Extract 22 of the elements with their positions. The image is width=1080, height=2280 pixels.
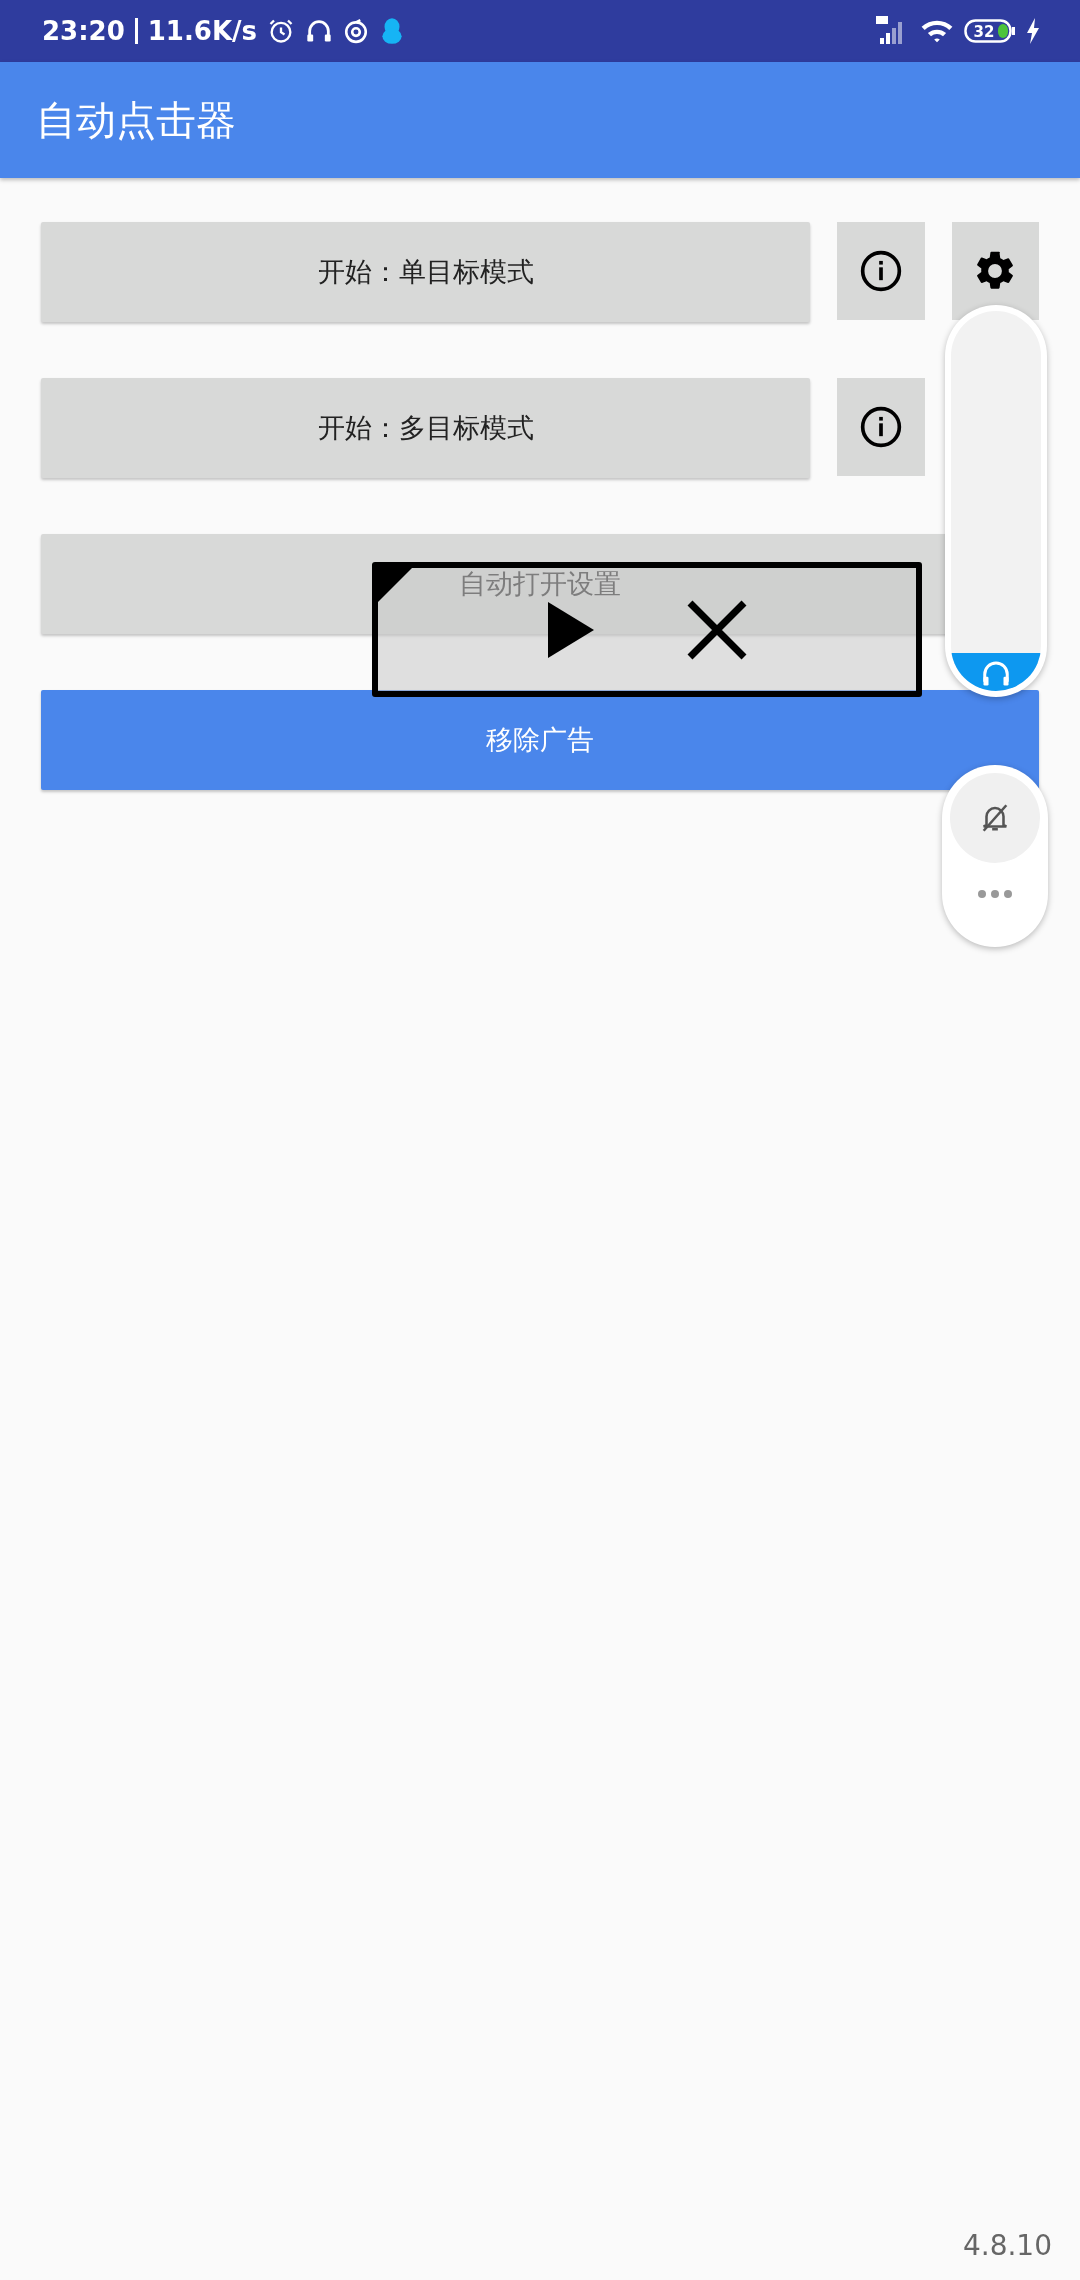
swirl-icon	[343, 18, 370, 44]
info-button[interactable]	[837, 222, 925, 320]
clock: 23:20	[42, 16, 125, 46]
start-button[interactable]: 开始：单目标模式	[41, 222, 810, 322]
close-icon[interactable]	[686, 598, 748, 661]
charging-icon	[1026, 18, 1040, 44]
corner-icon	[378, 568, 412, 602]
app-title: 自动点击器	[36, 95, 236, 145]
mute-button[interactable]	[950, 773, 1040, 863]
remove-ads-button[interactable]: 移除广告	[41, 690, 1039, 790]
floating-control-menu[interactable]	[372, 562, 922, 697]
info-button[interactable]	[837, 378, 925, 476]
info-icon	[858, 249, 903, 293]
headphones-icon	[981, 659, 1011, 687]
headset-icon	[305, 17, 334, 45]
network-speed: 11.6K/s	[147, 16, 258, 46]
play-icon[interactable]	[546, 599, 596, 660]
info-icon	[859, 405, 903, 449]
start-button[interactable]: 开始：多目标模式	[41, 378, 810, 478]
settings-button[interactable]	[951, 222, 1039, 320]
more-icon	[977, 889, 1013, 899]
version-label: 4.8.10	[962, 2229, 1052, 2262]
